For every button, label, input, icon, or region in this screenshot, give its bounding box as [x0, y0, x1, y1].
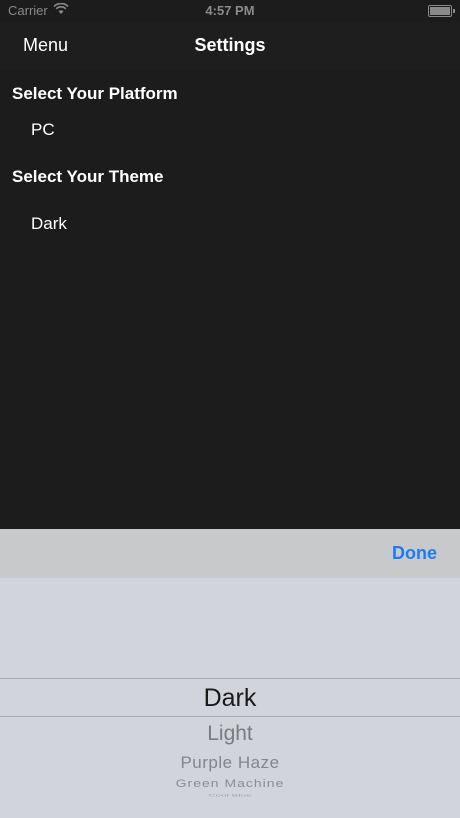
- page-title: Settings: [194, 35, 266, 55]
- settings-content: Select Your Platform PC Select Your Them…: [0, 70, 460, 529]
- picker-option-purple-haze[interactable]: Purple Haze: [0, 753, 460, 773]
- settings-screen: Carrier 4:57 PM Menu Settings Select You…: [0, 0, 460, 818]
- picker-selection-top-line: [0, 678, 460, 679]
- picker-option-light[interactable]: Light: [0, 722, 460, 746]
- theme-picker[interactable]: Dark Light Purple Haze Green Machine Coo…: [0, 578, 460, 818]
- theme-section-header: Select Your Theme: [12, 167, 164, 186]
- theme-value[interactable]: Dark: [31, 214, 67, 234]
- picker-toolbar: Done: [0, 529, 460, 578]
- status-time: 4:57 PM: [205, 3, 255, 18]
- platform-value[interactable]: PC: [31, 120, 55, 140]
- platform-section-header: Select Your Platform: [12, 84, 178, 103]
- picker-option-cool-blue[interactable]: Cool Blue: [0, 793, 460, 797]
- battery-icon: [428, 5, 455, 17]
- picker-option-dark[interactable]: Dark: [0, 684, 460, 713]
- status-bar: Carrier 4:57 PM: [0, 0, 460, 22]
- navigation-bar: Menu Settings: [0, 22, 460, 70]
- picker-selection-bottom-line: [0, 716, 460, 717]
- picker-option-green-machine[interactable]: Green Machine: [0, 777, 460, 790]
- done-button[interactable]: Done: [392, 543, 437, 564]
